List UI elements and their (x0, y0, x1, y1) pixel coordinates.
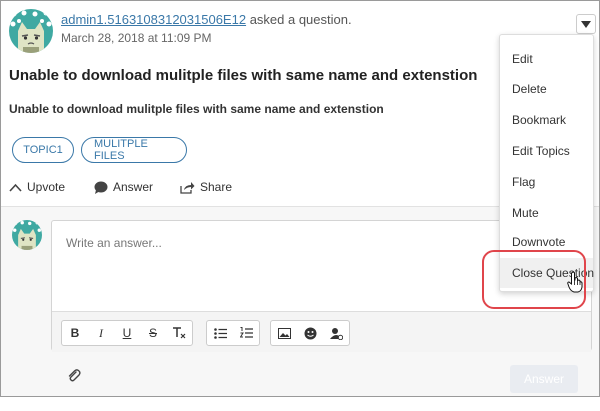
more-options-button[interactable] (576, 14, 596, 34)
clear-format-button[interactable] (166, 321, 192, 345)
submit-answer-button[interactable]: Answer (510, 365, 578, 393)
comment-bubble-icon (94, 181, 108, 194)
bold-button[interactable]: B (62, 321, 88, 345)
author-avatar[interactable] (9, 9, 53, 53)
emoji-button[interactable] (297, 321, 323, 345)
clear-format-icon (173, 327, 186, 339)
share-icon (180, 181, 195, 194)
smiley-icon (304, 327, 316, 339)
numbered-list-button[interactable] (233, 321, 259, 345)
question-date: March 28, 2018 at 11:09 PM (61, 31, 212, 45)
share-button[interactable]: Share (180, 180, 232, 194)
cat-avatar-icon (12, 220, 42, 250)
current-user-avatar (12, 220, 42, 250)
menu-item-bookmark[interactable]: Bookmark (500, 105, 593, 135)
attach-file-button[interactable] (67, 369, 81, 388)
menu-item-edit-topics[interactable]: Edit Topics (500, 136, 593, 166)
answer-input-placeholder[interactable]: Write an answer... (66, 236, 162, 250)
hand-cursor-icon (567, 271, 583, 298)
topic-tag-mulitple-files[interactable]: MULITPLE FILES (81, 137, 187, 163)
italic-button[interactable]: I (88, 321, 114, 345)
author-link[interactable]: admin1.5163108312031506E12 (61, 12, 246, 27)
question-title: Unable to download mulitple files with s… (9, 67, 478, 84)
list-group (206, 320, 260, 346)
user-add-icon (329, 327, 343, 340)
chevron-up-icon (9, 183, 22, 192)
topic-tag-topic1[interactable]: TOPIC1 (12, 137, 74, 163)
share-label: Share (200, 180, 233, 194)
insert-image-button[interactable] (271, 321, 297, 345)
bullet-list-icon (213, 327, 227, 339)
menu-item-mute[interactable]: Mute (500, 198, 593, 228)
menu-item-edit[interactable]: Edit (500, 44, 593, 74)
text-format-group: B I U S (61, 320, 193, 346)
insert-group (270, 320, 350, 346)
image-icon (277, 327, 291, 339)
paperclip-icon (68, 369, 81, 382)
asked-text: asked a question. (249, 12, 352, 27)
numbered-list-icon (239, 327, 253, 338)
cat-avatar-icon (9, 9, 53, 53)
question-body: Unable to download mulitple files with s… (9, 102, 384, 116)
caret-down-icon (581, 20, 591, 28)
underline-button[interactable]: U (114, 321, 140, 345)
menu-item-flag[interactable]: Flag (500, 167, 593, 197)
answer-action-label: Answer (113, 180, 154, 194)
upvote-label: Upvote (27, 180, 66, 194)
editor-toolbar: B I U S (52, 311, 591, 352)
author-line: admin1.5163108312031506E12 asked a quest… (61, 12, 352, 27)
bullet-list-button[interactable] (207, 321, 233, 345)
menu-item-delete[interactable]: Delete (500, 74, 593, 104)
answer-action-button[interactable]: Answer (94, 180, 153, 194)
mention-user-button[interactable] (323, 321, 349, 345)
upvote-button[interactable]: Upvote (9, 180, 65, 194)
question-card: admin1.5163108312031506E12 asked a quest… (0, 0, 600, 397)
strikethrough-button[interactable]: S (140, 321, 166, 345)
